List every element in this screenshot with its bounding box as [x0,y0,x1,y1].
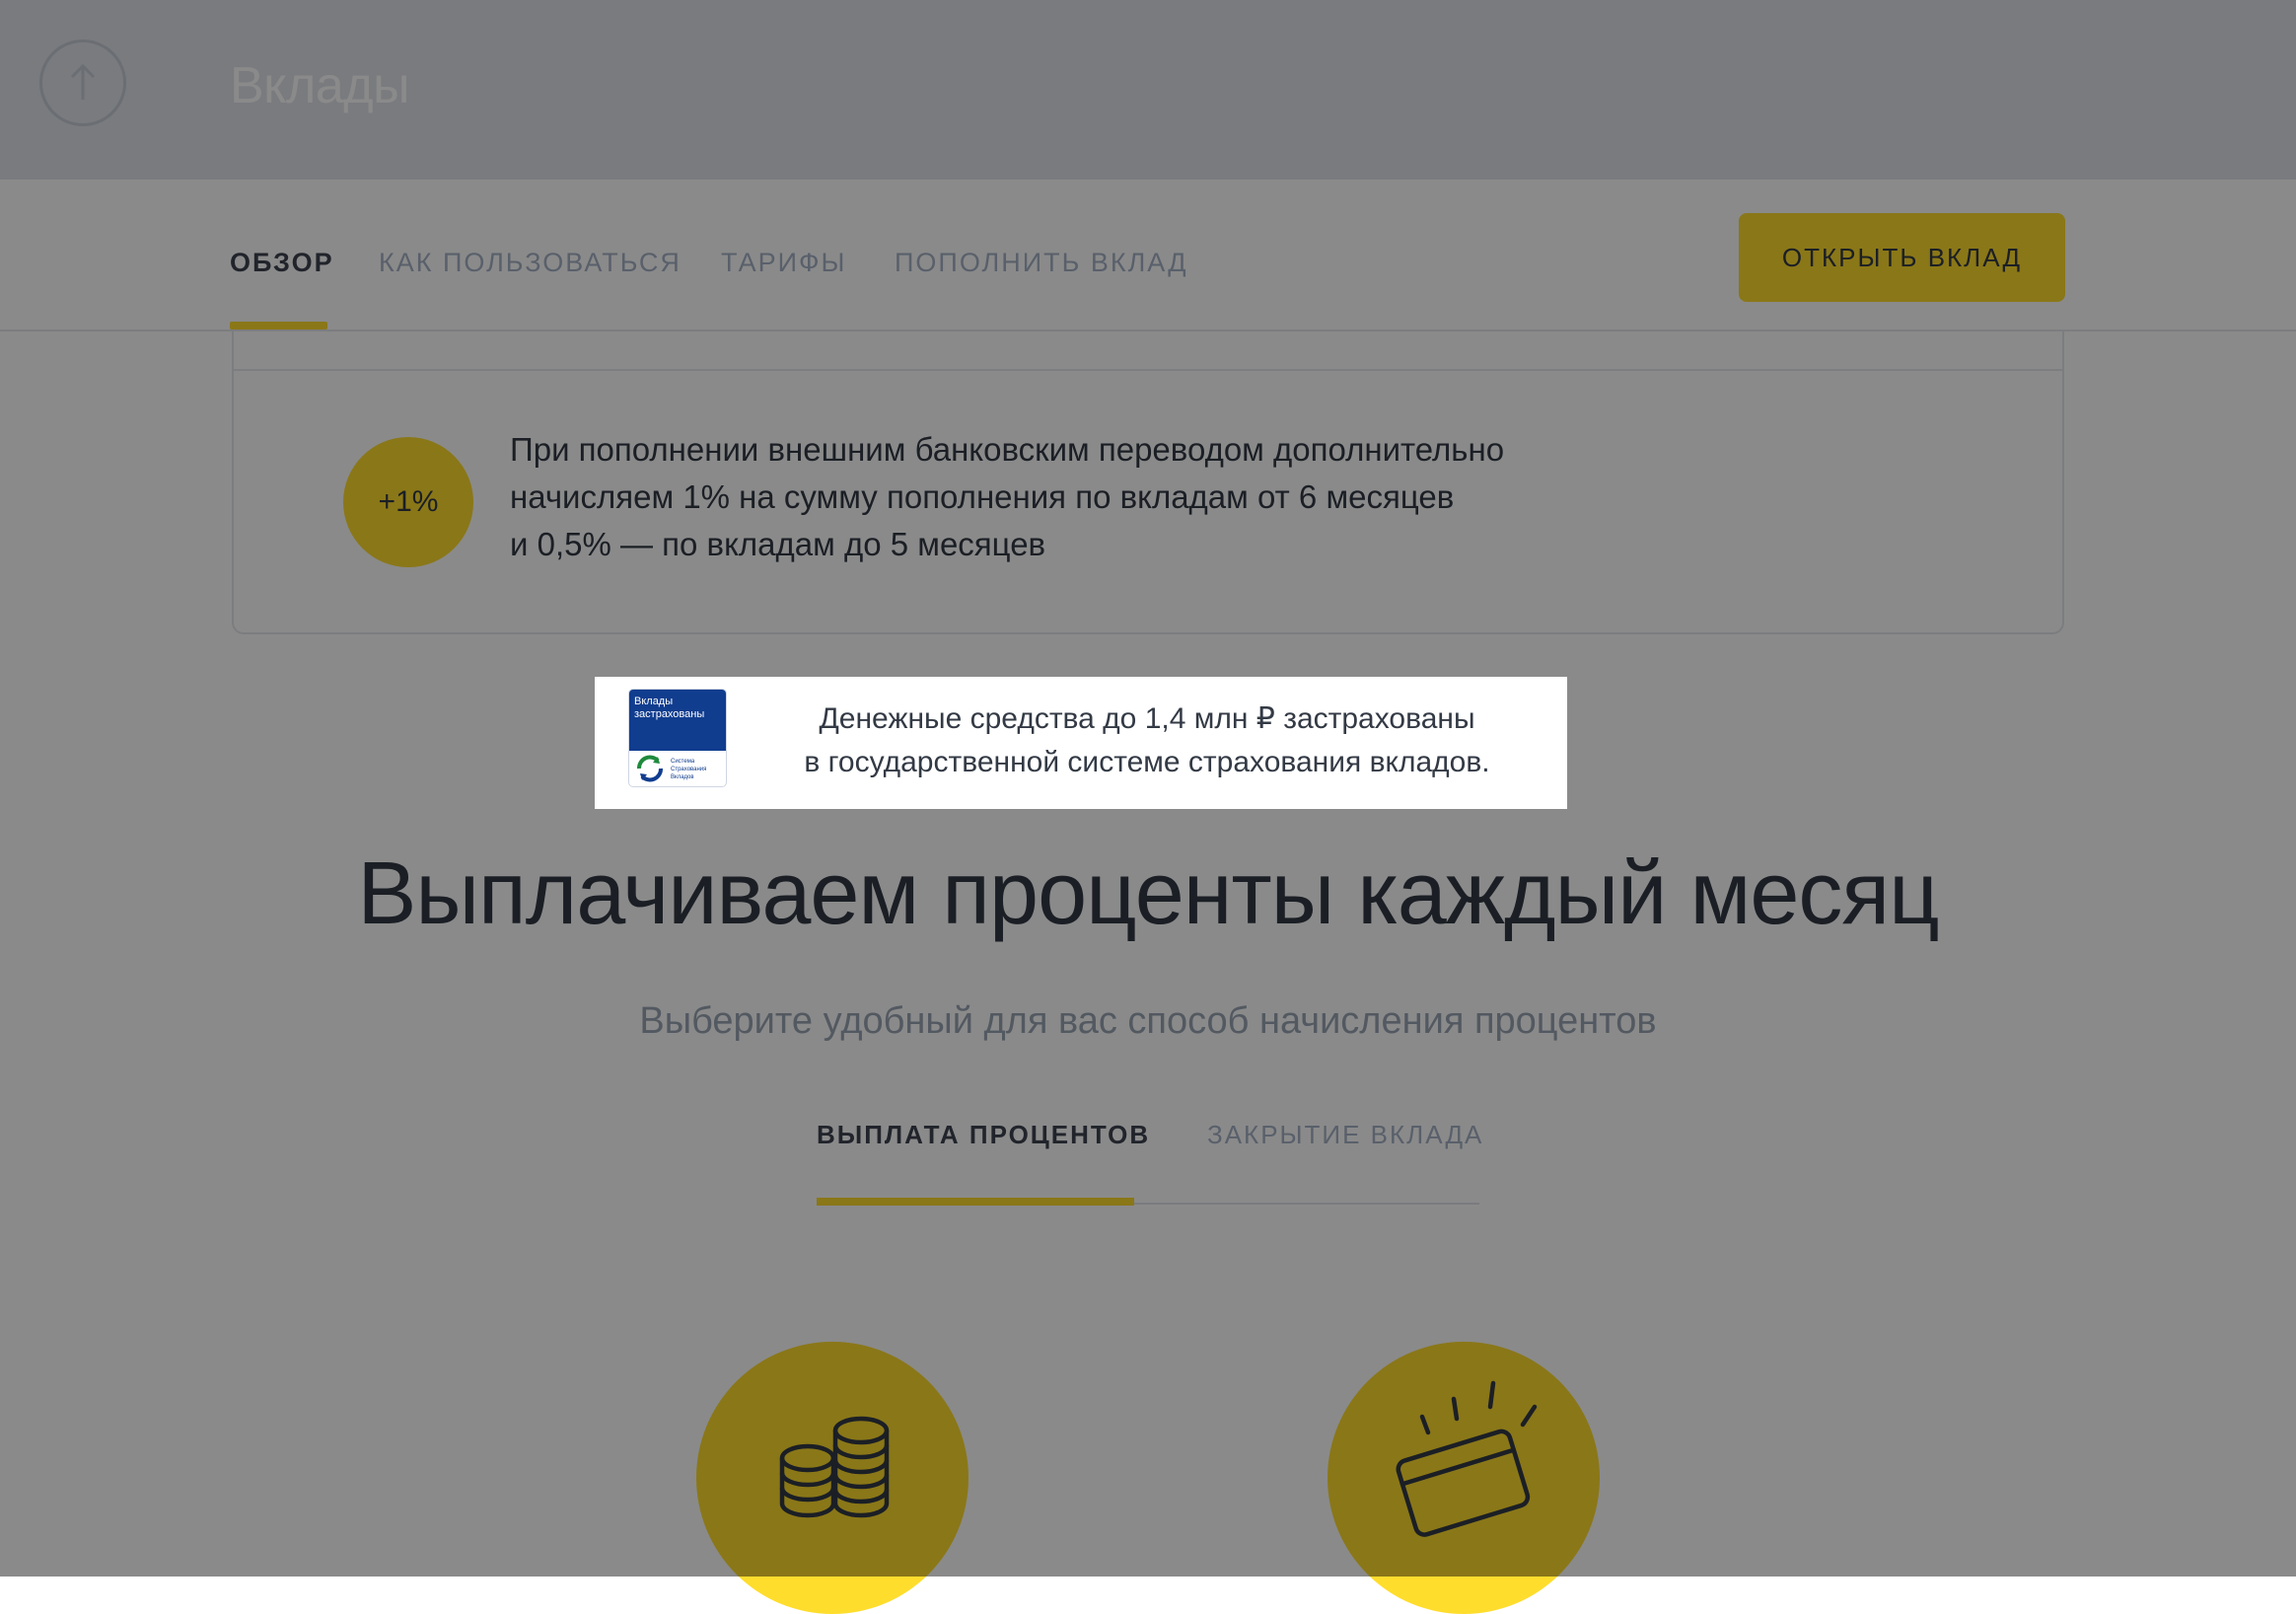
tab-tariffs[interactable]: Тарифы [721,245,846,280]
section-nav: Обзор Как пользоваться Тарифы Пополнить … [0,180,2296,331]
tab-deposit-closing[interactable]: Закрытие вклада [1207,1115,1483,1154]
bonus-line: и 0,5% — по вкладам до 5 месяцев [510,526,1046,562]
insurance-notice: Вклады застрахованы Система Страхования … [595,677,1567,809]
tab-how-to-use[interactable]: Как пользоваться [379,245,682,280]
payout-tabs: Выплата процентов Закрытие вклада [817,1115,1481,1206]
logo-title: Вклады застрахованы [634,696,705,720]
coins-stack-icon [779,1416,890,1518]
insurance-emblem-icon [637,755,663,782]
page-title: Вклады [230,57,410,114]
bonus-line: начисляем 1% на сумму пополнения по вкла… [510,478,1455,515]
tab-overview[interactable]: Обзор [230,245,334,280]
scroll-up-button[interactable] [39,39,126,126]
feature-card-payout [1327,1342,1600,1614]
tab-interest-payout[interactable]: Выплата процентов [817,1115,1150,1154]
deposit-insurance-logo: Вклады застрахованы Система Страхования … [628,689,727,787]
open-deposit-button[interactable]: Открыть вклад [1739,213,2065,302]
tab-top-up[interactable]: Пополнить вклад [895,245,1188,280]
card-divider [232,331,2064,371]
top-bar: Вклады [0,0,2296,180]
section-subheadline: Выберите удобный для вас способ начислен… [639,1000,1657,1042]
bonus-card: +1% При пополнении внешним банковским пе… [232,371,2064,634]
deposits-page: Вклады Обзор Как пользоваться Тарифы Поп… [0,0,2296,1614]
bonus-text: При пополнении внешним банковским перево… [510,426,1792,568]
arrow-up-icon [70,63,96,100]
section-headline: Выплачиваем проценты каждый месяц [357,844,1939,943]
bonus-badge: +1% [343,437,473,567]
insurance-text: Денежные средства до 1,4 млн ₽ застрахов… [753,697,1542,784]
insurance-line: в государственной системе страхования вк… [804,746,1490,778]
logo-org: Система Страхования Вкладов [671,759,707,780]
card-payment-icon [1396,1380,1538,1537]
active-tab-indicator [230,322,327,330]
feature-monthly-payout [696,1342,969,1614]
bonus-line: При пополнении внешним банковским перево… [510,431,1505,468]
insurance-line: Денежные средства до 1,4 млн ₽ застрахов… [819,702,1475,735]
active-tab-indicator [817,1198,1134,1206]
